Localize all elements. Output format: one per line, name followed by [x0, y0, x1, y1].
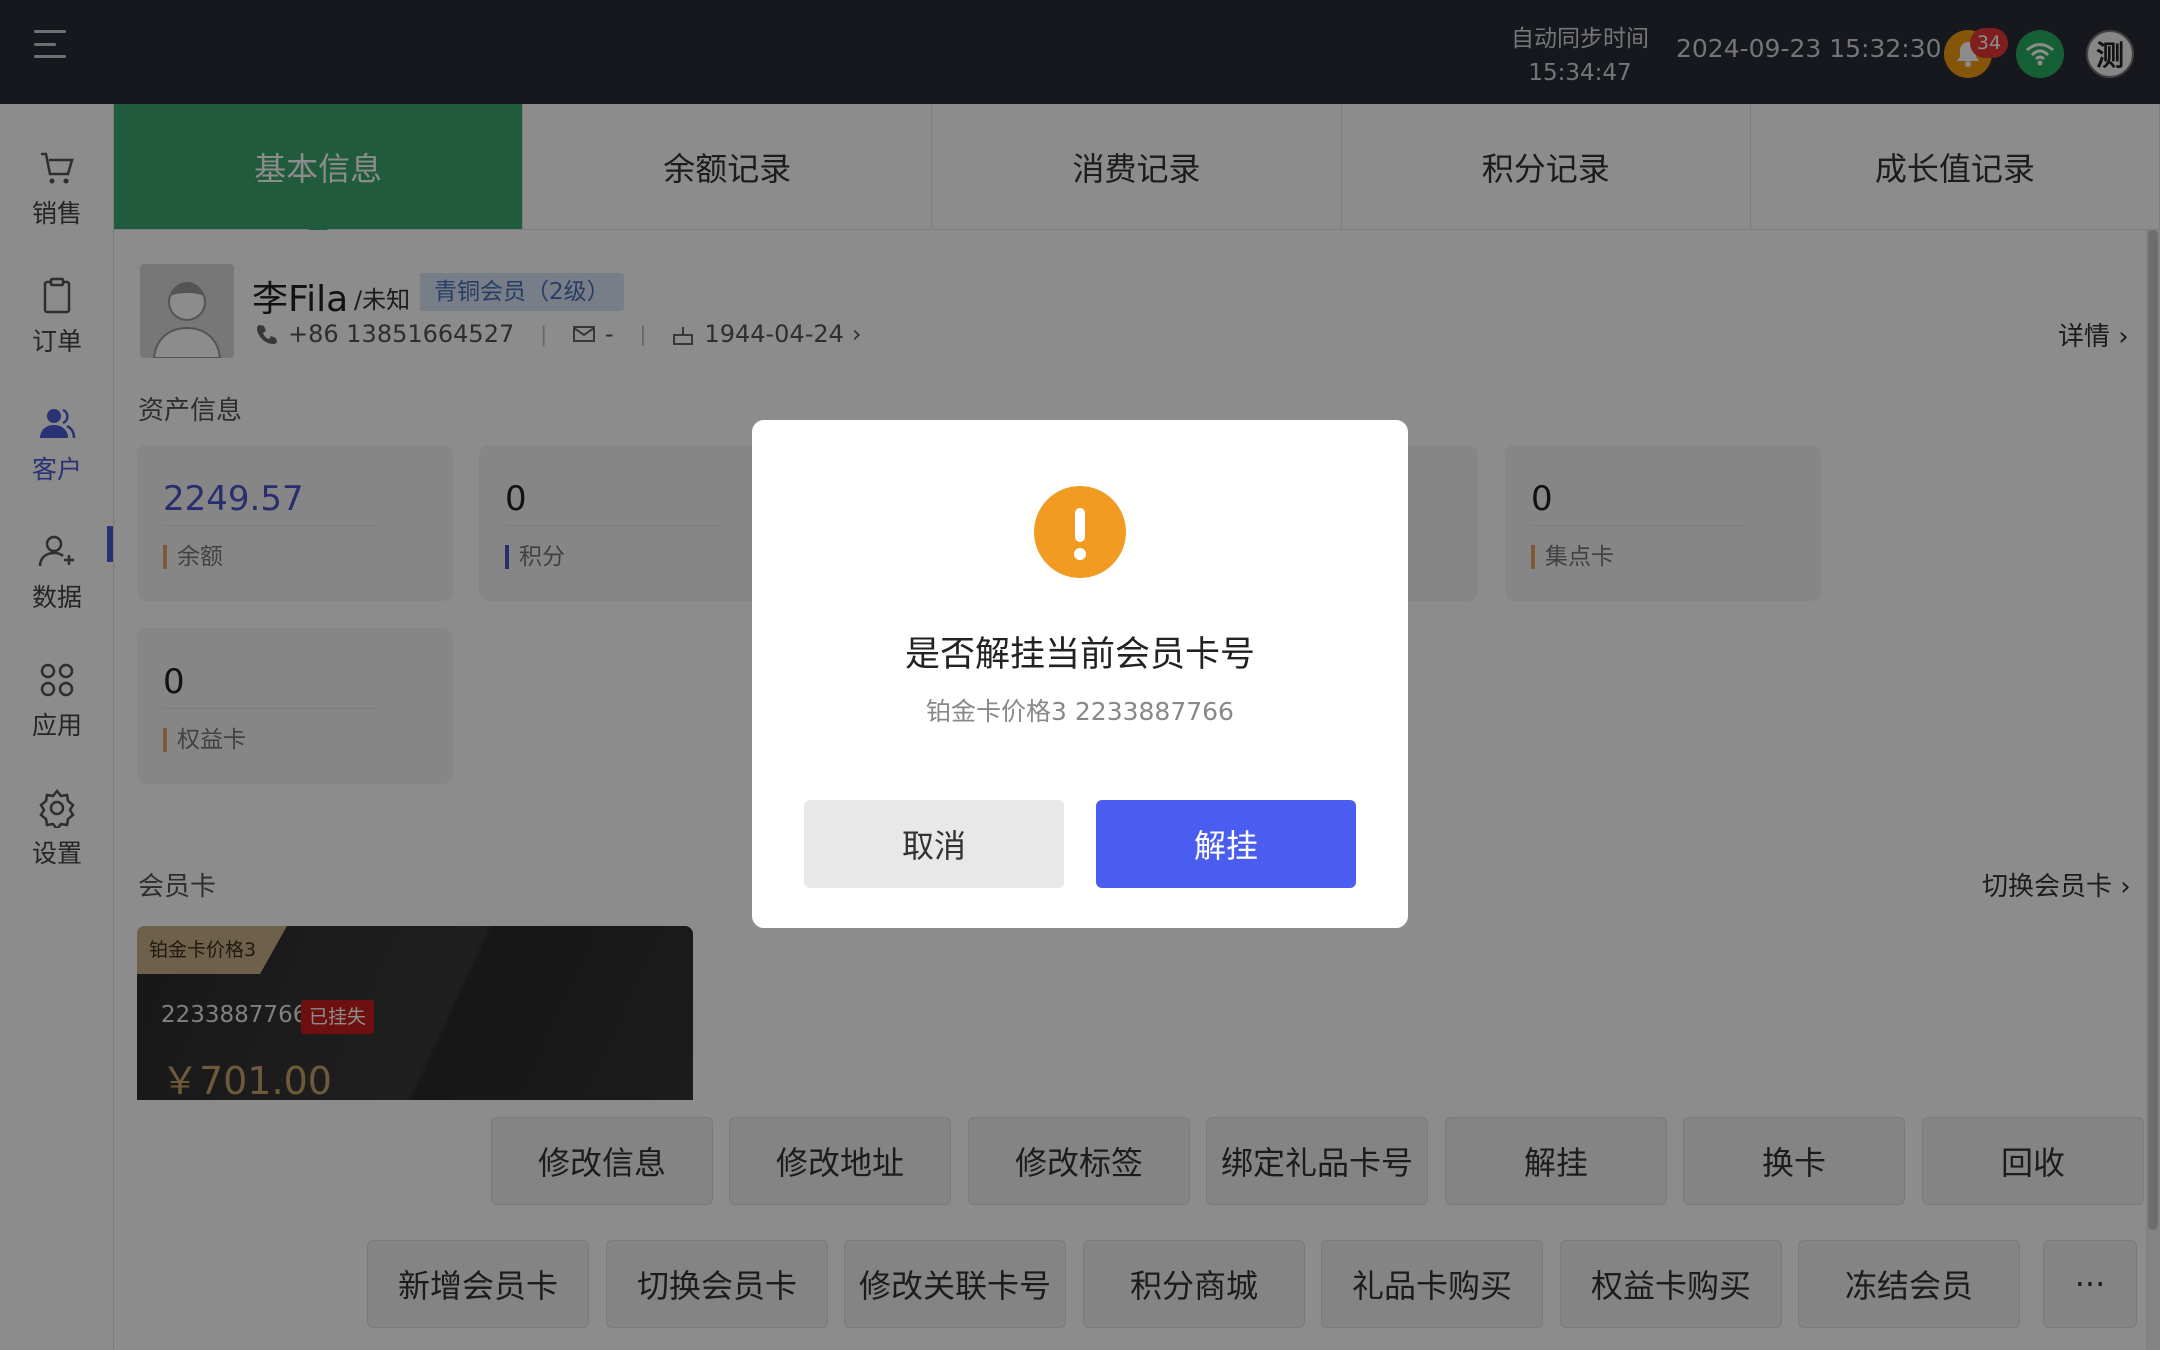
- warning-icon: [1034, 486, 1126, 578]
- cancel-button[interactable]: 取消: [804, 800, 1064, 888]
- warning-icon-bar: [1075, 508, 1085, 542]
- warning-icon-dot: [1074, 548, 1086, 560]
- dialog-title: 是否解挂当前会员卡号: [904, 635, 1255, 675]
- confirm-unfreeze-button[interactable]: 解挂: [1096, 800, 1356, 888]
- unfreeze-confirm-dialog: 是否解挂当前会员卡号 铂金卡价格3 2233887766 取消 解挂: [752, 420, 1408, 928]
- dialog-subtitle: 铂金卡价格3 2233887766: [926, 697, 1234, 726]
